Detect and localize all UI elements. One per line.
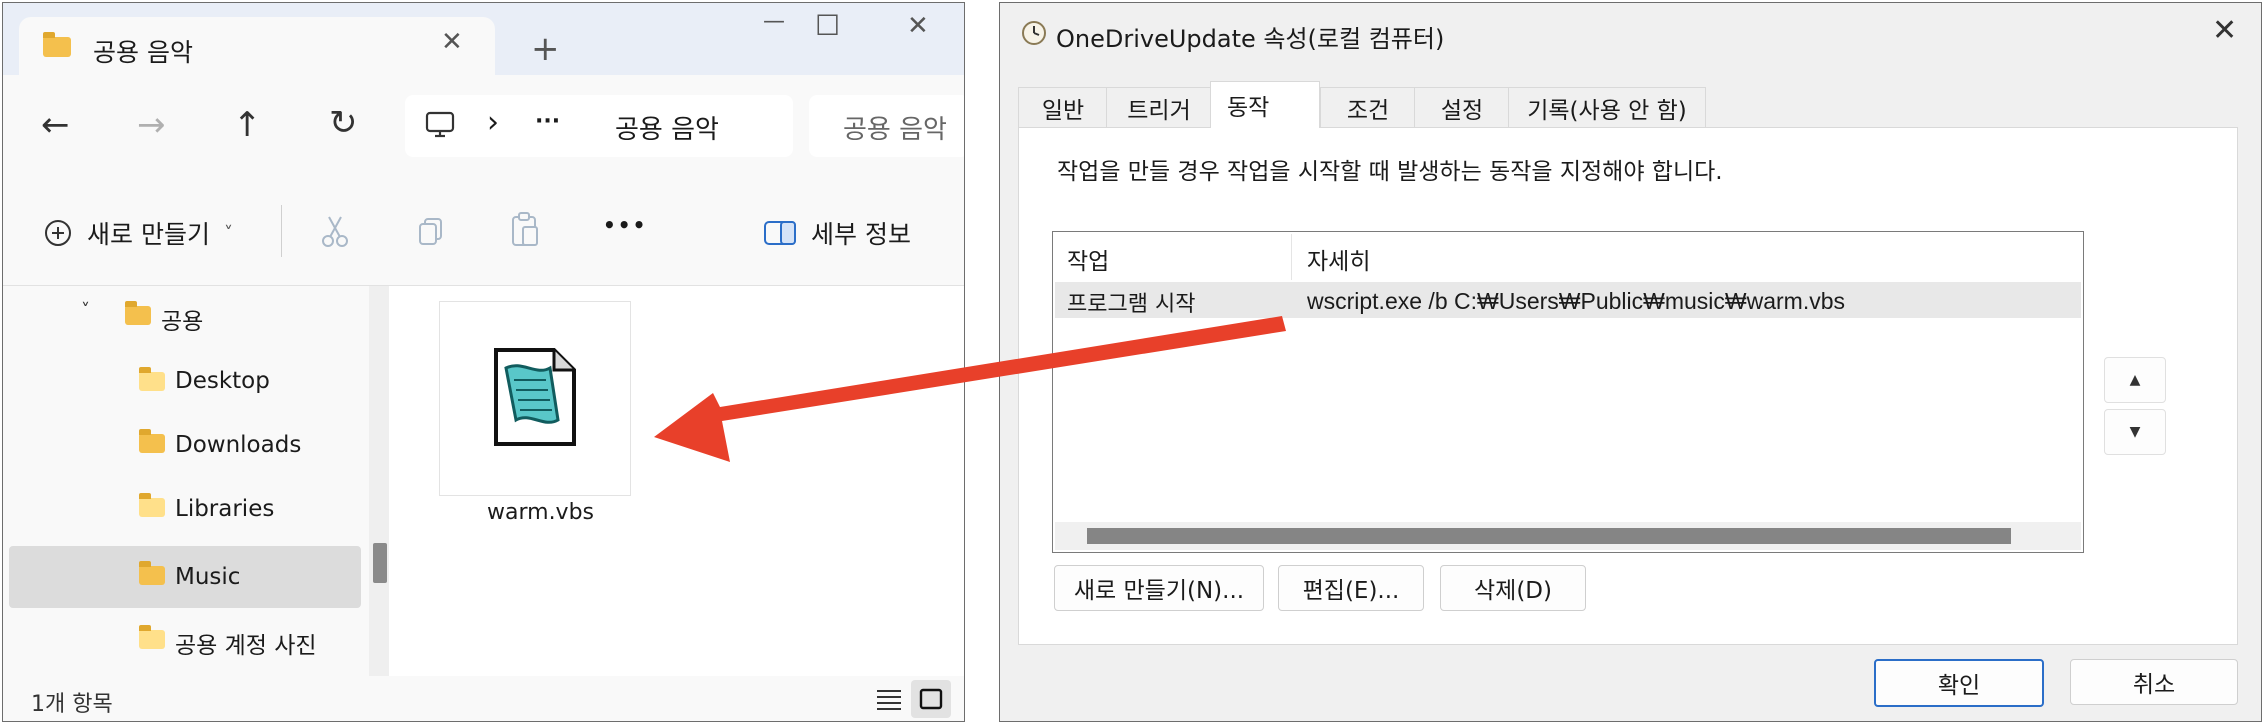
red-arrow-shape bbox=[654, 316, 1286, 462]
annotation-arrow bbox=[654, 316, 1286, 462]
